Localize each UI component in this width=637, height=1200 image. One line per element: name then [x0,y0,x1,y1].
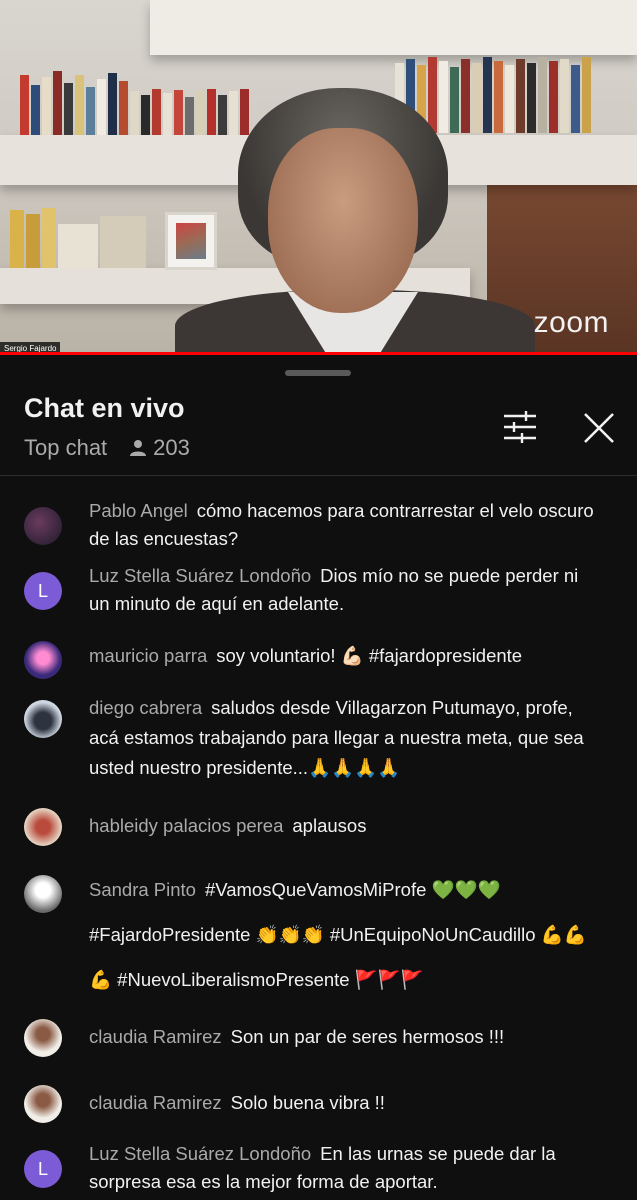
avatar[interactable]: L [24,572,62,610]
chat-subheader: Top chat 203 [24,435,190,461]
books [130,88,249,135]
speaker-face [268,128,418,313]
message-text: diego cabrera saludos desde Villagarzon P… [89,693,597,783]
message-body: soy voluntario! 💪🏻 #fajardopresidente [216,645,523,666]
avatar[interactable] [24,507,62,545]
close-button[interactable] [578,407,620,449]
message-author[interactable]: Luz Stella Suárez Londoño [89,1143,311,1164]
books [20,70,128,135]
filter-button[interactable] [500,407,540,447]
message-text: Luz Stella Suárez Londoño Dios mío no se … [89,562,597,618]
avatar[interactable] [24,1019,62,1057]
message-body: Solo buena vibra !! [230,1092,385,1113]
avatar[interactable]: L [24,1150,62,1188]
drag-handle[interactable] [285,370,351,376]
message-text: claudia Ramirez Son un par de seres hermo… [89,1023,597,1051]
avatar[interactable] [24,641,62,679]
message-author[interactable]: hableidy palacios perea [89,815,283,836]
books [10,205,146,268]
message-text: Pablo Angel cómo hacemos para contrarrest… [89,497,597,553]
viewer-count: 203 [129,435,190,461]
message-text: claudia Ramirez Solo buena vibra !! [89,1089,597,1117]
person-icon [130,440,147,456]
message-text: Sandra Pinto #VamosQueVamosMiProfe 💚💚💚 #F… [89,867,597,1002]
message-author[interactable]: Luz Stella Suárez Londoño [89,565,311,586]
message-author[interactable]: Pablo Angel [89,500,188,521]
avatar[interactable] [24,875,62,913]
chat-title: Chat en vivo [24,393,185,423]
avatar[interactable] [24,700,62,738]
zoom-watermark: zoom [533,306,609,339]
message-author[interactable]: mauricio parra [89,645,207,666]
photo-frame [165,212,217,270]
avatar[interactable] [24,1085,62,1123]
message-author[interactable]: claudia Ramirez [89,1092,222,1113]
avatar[interactable] [24,808,62,846]
message-body: Son un par de seres hermosos !!! [230,1026,505,1047]
viewer-count-value: 203 [153,435,190,460]
close-icon [584,413,614,443]
message-author[interactable]: diego cabrera [89,697,202,718]
video-player[interactable]: zoom Sergio Fajardo [0,0,637,355]
message-body: aplausos [292,815,367,836]
message-author[interactable]: Sandra Pinto [89,879,196,900]
message-text: Luz Stella Suárez Londoño En las urnas se… [89,1140,597,1196]
bookshelf [150,0,637,55]
message-text: hableidy palacios perea aplausos [89,812,597,840]
live-chat-panel: Chat en vivo Top chat 203 Pablo Angel có… [0,355,637,1200]
sliders-icon [504,411,536,443]
message-text: mauricio parra soy voluntario! 💪🏻 #fajard… [89,642,597,670]
message-author[interactable]: claudia Ramirez [89,1026,222,1047]
header-divider [0,475,637,476]
chat-mode-selector[interactable]: Top chat [24,435,107,461]
